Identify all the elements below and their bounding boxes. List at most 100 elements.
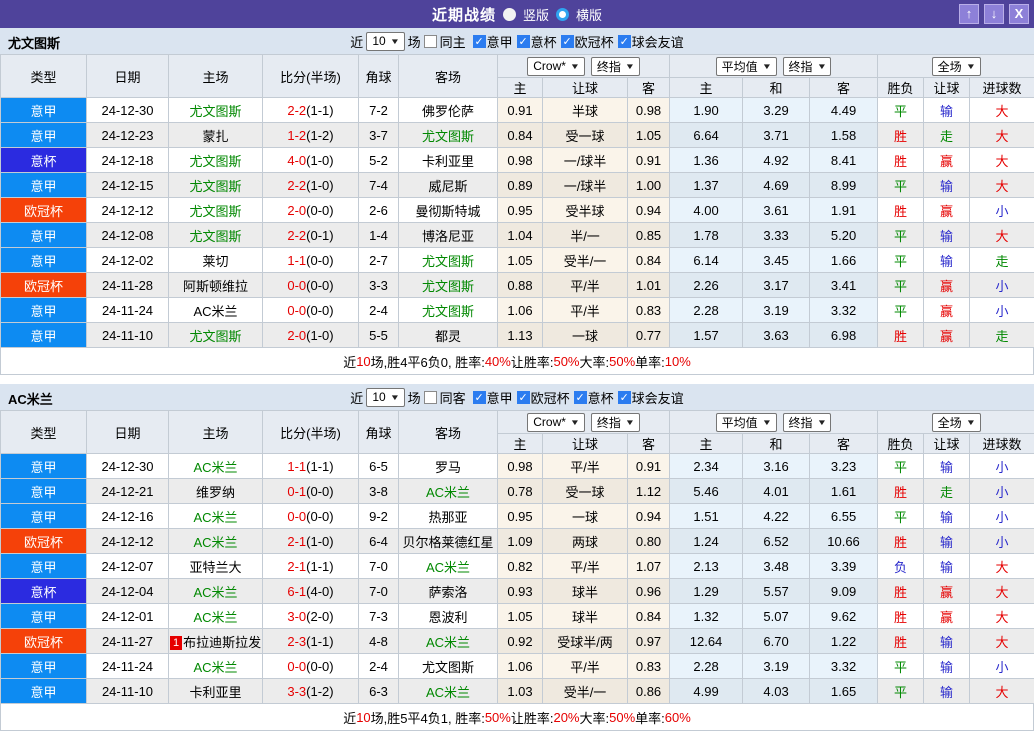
home-cell: 蒙扎 <box>169 123 263 148</box>
games-suffix-label: 场 <box>408 388 421 407</box>
match-date: 24-12-08 <box>87 223 169 248</box>
league-checkbox[interactable]: ✓ <box>618 35 631 48</box>
league-checkbox[interactable]: ✓ <box>517 391 530 404</box>
league-filter-item[interactable]: ✓欧冠杯 <box>561 32 614 51</box>
league-filters: ✓意甲✓意杯✓欧冠杯✓球会友谊 <box>469 32 684 51</box>
avg-home-cell: 1.90 <box>670 98 743 123</box>
average-select[interactable]: 平均值 ▼ <box>716 57 777 76</box>
league-label: 意甲 <box>487 32 513 51</box>
odds-stage-select[interactable]: 终指 ▼ <box>591 413 640 432</box>
score-cell: 3-0(2-0) <box>263 604 359 629</box>
avg-home-cell: 2.34 <box>670 454 743 479</box>
league-checkbox[interactable]: ✓ <box>517 35 530 48</box>
avg-stage-select[interactable]: 终指 ▼ <box>783 57 832 76</box>
odds-stage-value: 终指 <box>597 414 621 431</box>
avg-draw-cell: 3.19 <box>743 654 810 679</box>
avg-away-cell: 3.32 <box>810 298 878 323</box>
goals-cell: 走 <box>970 248 1034 273</box>
vertical-layout-label[interactable]: 竖版 <box>523 5 549 24</box>
league-checkbox[interactable]: ✓ <box>473 35 486 48</box>
avg-home-cell: 2.13 <box>670 554 743 579</box>
league-filter-item[interactable]: ✓意杯 <box>574 388 614 407</box>
goals-cell: 大 <box>970 98 1034 123</box>
full-score: 2-0 <box>287 328 306 343</box>
full-score: 2-2 <box>287 103 306 118</box>
average-value: 平均值 <box>722 58 758 75</box>
home-cell: 尤文图斯 <box>169 223 263 248</box>
home-team: 尤文图斯 <box>189 204 241 219</box>
handicap-result-cell: 赢 <box>924 148 970 173</box>
match-date: 24-12-04 <box>87 579 169 604</box>
league-badge-cell: 欧冠杯 <box>1 273 87 298</box>
match-date: 24-12-18 <box>87 148 169 173</box>
away-odds-cell: 0.98 <box>628 98 670 123</box>
league-badge-cell: 意甲 <box>1 298 87 323</box>
recent-games-select[interactable]: 10 ▼ <box>366 388 404 407</box>
match-date: 24-11-24 <box>87 298 169 323</box>
avg-draw-cell: 3.16 <box>743 454 810 479</box>
chevron-down-icon: ▼ <box>570 62 580 71</box>
league-filters: ✓意甲✓欧冠杯✓意杯✓球会友谊 <box>469 388 684 407</box>
close-button[interactable]: X <box>1009 4 1029 24</box>
match-row: 意甲 24-11-10 尤文图斯 2-0(1-0) 5-5 都灵 1.13 一球… <box>1 323 1034 348</box>
bookmaker-select[interactable]: Crow* ▼ <box>527 57 585 76</box>
corner-cell: 7-3 <box>359 604 399 629</box>
handicap-cell: 球半 <box>543 579 628 604</box>
corner-cell: 3-7 <box>359 123 399 148</box>
move-down-button[interactable]: ↓ <box>984 4 1004 24</box>
league-checkbox[interactable]: ✓ <box>574 391 587 404</box>
odds-stage-select[interactable]: 终指 ▼ <box>591 57 640 76</box>
full-score: 0-0 <box>287 509 306 524</box>
half-score: (1-0) <box>306 178 333 193</box>
same-venue-checkbox[interactable] <box>424 35 437 48</box>
vertical-layout-radio[interactable] <box>503 8 516 21</box>
team-name: AC米兰 <box>8 389 53 408</box>
fulltime-select[interactable]: 全场 ▼ <box>932 413 981 432</box>
league-filter-item[interactable]: ✓意甲 <box>473 388 513 407</box>
league-checkbox[interactable]: ✓ <box>473 391 486 404</box>
half-score: (0-0) <box>306 509 333 524</box>
league-checkbox[interactable]: ✓ <box>561 35 574 48</box>
handicap-cell: 半球 <box>543 98 628 123</box>
league-filter-item[interactable]: ✓意甲 <box>473 32 513 51</box>
bookmaker-select[interactable]: Crow* ▼ <box>527 413 585 432</box>
horizontal-layout-radio[interactable] <box>556 8 569 21</box>
league-label: 意杯 <box>531 32 557 51</box>
away-cell: 博洛尼亚 <box>399 223 498 248</box>
avg-away-cell: 3.32 <box>810 654 878 679</box>
league-filter-item[interactable]: ✓欧冠杯 <box>517 388 570 407</box>
score-cell: 1-1(0-0) <box>263 248 359 273</box>
move-up-button[interactable]: ↑ <box>959 4 979 24</box>
league-filter-item[interactable]: ✓球会友谊 <box>618 388 684 407</box>
match-row: 欧冠杯 24-12-12 AC米兰 2-1(1-0) 6-4 贝尔格莱德红星 1… <box>1 529 1034 554</box>
match-date: 24-12-21 <box>87 479 169 504</box>
goals-cell: 小 <box>970 529 1034 554</box>
away-cell: 罗马 <box>399 454 498 479</box>
match-tbody: 意甲 24-12-30 尤文图斯 2-2(1-1) 7-2 佛罗伦萨 0.91 … <box>1 98 1034 348</box>
horizontal-layout-label[interactable]: 横版 <box>576 5 602 24</box>
league-checkbox[interactable]: ✓ <box>618 391 631 404</box>
summary-segment: 大率: <box>580 708 610 727</box>
col-away: 客场 <box>399 55 498 98</box>
same-venue-label[interactable]: 同客 <box>440 388 466 407</box>
summary-line: 近10场,胜4平6负0, 胜率:40% 让胜率:50% 大率:50% 单率:10… <box>0 348 1034 375</box>
sub-col-avg-away: 客 <box>810 78 878 98</box>
half-score: (1-2) <box>306 128 333 143</box>
home-team: 维罗纳 <box>196 485 235 500</box>
result-cell: 平 <box>878 298 924 323</box>
league-filter-item[interactable]: ✓意杯 <box>517 32 557 51</box>
same-venue-checkbox[interactable] <box>424 391 437 404</box>
same-venue-label[interactable]: 同主 <box>440 32 466 51</box>
games-suffix-label: 场 <box>408 32 421 51</box>
avg-stage-select[interactable]: 终指 ▼ <box>783 413 832 432</box>
score-cell: 2-0(0-0) <box>263 198 359 223</box>
result-cell: 胜 <box>878 123 924 148</box>
league-filter-item[interactable]: ✓球会友谊 <box>618 32 684 51</box>
average-select[interactable]: 平均值 ▼ <box>716 413 777 432</box>
league-badge-cell: 意杯 <box>1 148 87 173</box>
handicap-cell: 受半/一 <box>543 679 628 704</box>
home-team: AC米兰 <box>193 460 237 475</box>
recent-games-select[interactable]: 10 ▼ <box>366 32 404 51</box>
away-team: 贝尔格莱德红星 <box>402 535 493 550</box>
fulltime-select[interactable]: 全场 ▼ <box>932 57 981 76</box>
